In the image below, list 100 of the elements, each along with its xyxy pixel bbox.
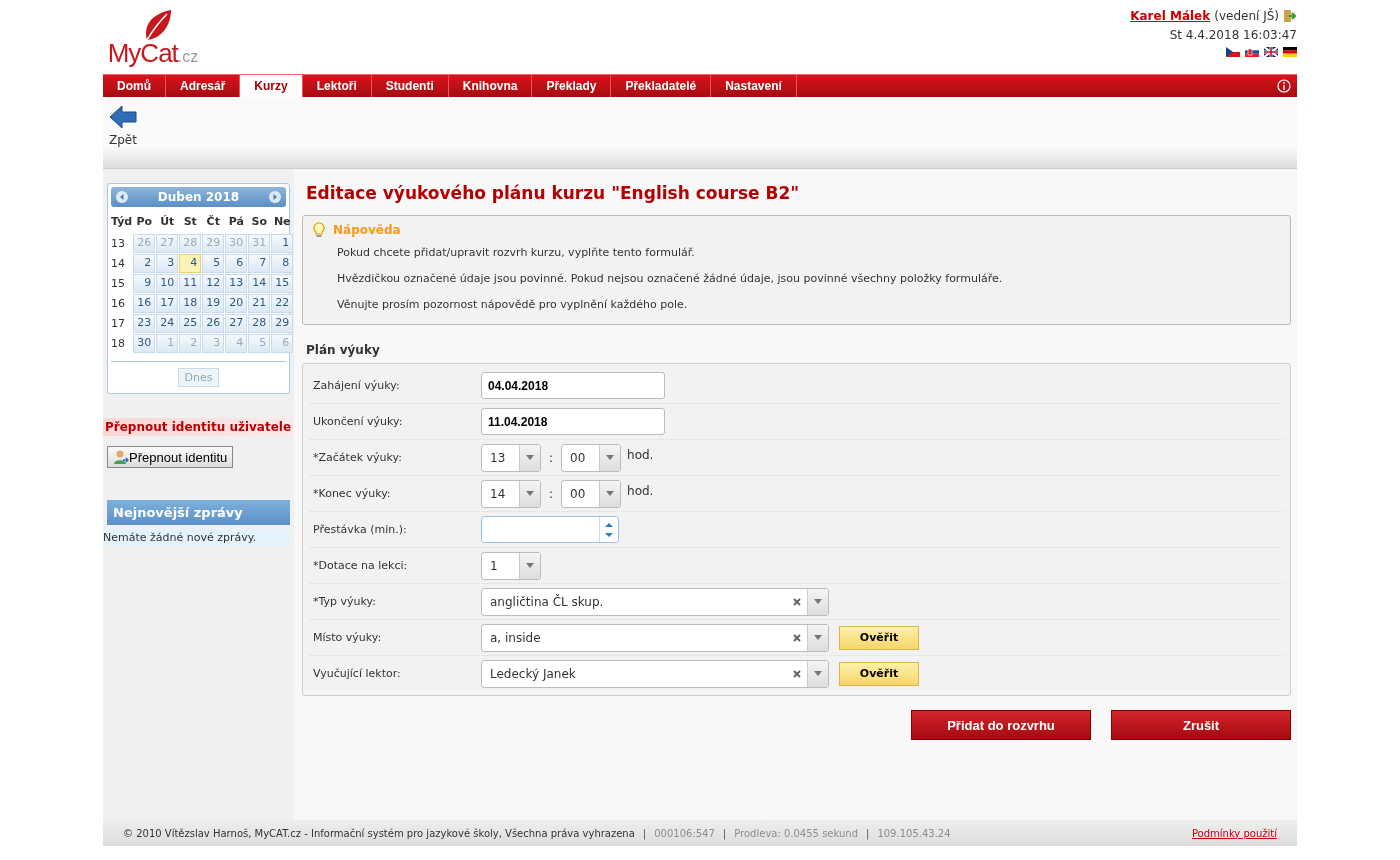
flag-icon[interactable]	[1283, 47, 1297, 57]
news-heading: Nejnovější zprávy	[107, 500, 290, 525]
calendar-day[interactable]: 7	[248, 254, 271, 273]
dropdown-arrow-icon	[814, 635, 822, 640]
help-title: Nápověda	[333, 223, 401, 237]
calendar-day[interactable]: 27	[225, 314, 248, 333]
field-label: *Dotace na lekci:	[312, 559, 409, 572]
calendar-day[interactable]: 18	[179, 294, 202, 313]
week-number: 17	[111, 316, 126, 332]
help-text: Pokud chcete přidat/upravit rozvrh kurzu, vyplňte tento formulář.	[337, 246, 696, 259]
weekday-header: Pá	[227, 214, 245, 230]
calendar-title: Duben 2018	[157, 190, 240, 204]
calendar-day[interactable]: 24	[156, 314, 179, 333]
clear-icon[interactable]	[793, 669, 801, 678]
week-number: 18	[111, 336, 126, 352]
calendar-day[interactable]: 23	[133, 314, 156, 333]
flag-icon[interactable]	[1245, 47, 1259, 57]
dropdown-arrow-icon	[526, 491, 534, 496]
calendar-day[interactable]: 15	[271, 274, 294, 293]
action-button[interactable]: Přidat do rozvrhu	[911, 710, 1091, 740]
dropdown-arrow-icon	[606, 491, 615, 496]
dropdown-arrow-icon	[814, 599, 822, 604]
help-text: Hvězdičkou označené údaje jsou povinné. Pokud nejsou označené žádné údaje, jsou povinné všechny položky formuláře.	[337, 272, 1004, 285]
divider-text: |	[866, 827, 870, 839]
date-time: St 4.4.2018 16:03:47	[1169, 28, 1297, 42]
user-name-link[interactable]: Karel Málek	[1130, 9, 1211, 23]
field-label: *Začátek výuky:	[312, 451, 403, 464]
previous-month-icon[interactable]	[116, 191, 128, 203]
select-field[interactable]: 00	[561, 479, 622, 508]
page-title: Editace výukového plánu kurzu "English course B2"	[306, 183, 801, 203]
calendar-day[interactable]: 30	[133, 334, 156, 353]
clear-icon[interactable]	[793, 633, 801, 642]
calendar-day[interactable]: 5	[202, 254, 225, 273]
calendar-day[interactable]: 29	[271, 314, 294, 333]
field-label: Přestávka (min.):	[312, 523, 408, 536]
field-label: Ukončení výuky:	[312, 415, 404, 428]
week-number: 16	[111, 296, 126, 312]
flag-icon[interactable]	[1226, 47, 1240, 57]
calendar-day[interactable]: 11	[179, 274, 202, 293]
section-title: Plán výuky	[306, 343, 381, 357]
next-month-icon[interactable]	[269, 191, 281, 203]
number-field[interactable]	[481, 516, 619, 543]
empty-message: Nemáte žádné nové zprávy.	[103, 529, 290, 546]
calendar-day[interactable]: 16	[133, 294, 156, 313]
field-label: Zahájení výuky:	[312, 379, 401, 392]
calendar-day[interactable]: 2	[133, 254, 156, 273]
combo-field[interactable]: Ledecký Janek	[481, 659, 829, 688]
nav-tab[interactable]: Kurzy	[240, 75, 303, 97]
info-icon[interactable]	[1277, 79, 1291, 93]
calendar-day[interactable]: 6	[225, 254, 248, 273]
weekday-header: Týd	[111, 214, 133, 230]
calendar-day[interactable]: 17	[156, 294, 179, 313]
calendar-day[interactable]: 19	[202, 294, 225, 313]
week-number: 14	[111, 256, 126, 272]
weekday-header: Čt	[205, 214, 221, 230]
calendar-day[interactable]: 22	[271, 294, 294, 313]
calendar-day[interactable]: 14	[248, 274, 271, 293]
calendar-day[interactable]: 1	[271, 234, 294, 253]
unit-label: hod.	[627, 483, 654, 498]
combo-field[interactable]: angličtina ČL skup.	[481, 587, 829, 616]
stat-text: Prodleva: 0.0455 sekund	[734, 827, 858, 839]
stat-text: 000106:547	[654, 827, 715, 839]
calendar-day[interactable]: 10	[156, 274, 179, 293]
logout-icon	[1283, 9, 1297, 23]
combo-field[interactable]: a, inside	[481, 623, 829, 652]
field-label: Místo výuky:	[312, 631, 383, 644]
select-field[interactable]: 1	[481, 551, 541, 580]
date-field[interactable]: 04.04.2018	[481, 372, 665, 399]
logo: MyCat.cz	[103, 0, 203, 72]
clear-icon[interactable]	[793, 597, 801, 606]
calendar-day[interactable]: 8	[271, 254, 294, 273]
calendar-day[interactable]: 9	[133, 274, 156, 293]
verify-button[interactable]: Ověřit	[839, 661, 919, 686]
calendar-day[interactable]: 21	[248, 294, 271, 313]
select-field[interactable]: 13	[481, 443, 541, 472]
calendar-day[interactable]: 20	[225, 294, 248, 313]
verify-button[interactable]: Ověřit	[839, 625, 919, 650]
calendar-day[interactable]: 26	[202, 314, 225, 333]
select-field[interactable]: 14	[481, 479, 541, 508]
switch-identity-button[interactable]: Přepnout identitu	[107, 446, 234, 468]
week-number: 13	[111, 236, 126, 252]
flag-icon[interactable]	[1264, 47, 1278, 57]
date-field[interactable]: 11.04.2018	[481, 408, 665, 435]
calendar-day[interactable]: 12	[202, 274, 225, 293]
terms-link[interactable]: Podmínky použití	[1191, 827, 1277, 839]
calendar-day[interactable]: 4	[179, 254, 202, 273]
weekday-header: Út	[159, 214, 176, 230]
back-button[interactable]: Zpět	[109, 105, 137, 147]
calendar-day[interactable]: 3	[156, 254, 179, 273]
lightbulb-icon	[313, 222, 325, 238]
calendar-day[interactable]: 13	[225, 274, 248, 293]
calendar-day[interactable]: 28	[248, 314, 271, 333]
calendar-day[interactable]: 25	[179, 314, 202, 333]
weekday-header: Ne	[272, 214, 292, 230]
dropdown-arrow-icon	[814, 671, 822, 676]
back-arrow-icon	[109, 105, 137, 129]
select-field[interactable]: 00	[561, 443, 622, 472]
field-label: Vyučující lektor:	[312, 667, 402, 680]
action-button[interactable]: Zrušit	[1111, 710, 1291, 740]
time-separator: :	[548, 450, 555, 465]
